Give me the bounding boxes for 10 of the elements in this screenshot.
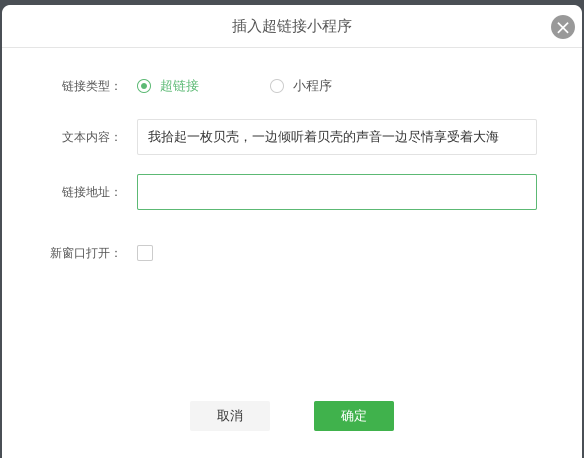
field-label: 新窗口打开：: [49, 244, 122, 262]
input-field[interactable]: 我拾起一枚贝壳，一边倾听着贝壳的声音一边尽情享受着大海: [137, 119, 537, 155]
field-label: 文本内容：: [61, 128, 122, 146]
checkbox[interactable]: [137, 245, 153, 261]
field-label: 链接类型：: [61, 78, 122, 94]
cancel-button[interactable]: 取消: [190, 401, 270, 431]
field-label: 链接地址：: [61, 184, 122, 200]
dialog-title: 插入超链接小程序: [232, 16, 352, 36]
radio-option[interactable]: 小程序: [270, 77, 403, 95]
input-field[interactable]: [137, 174, 537, 210]
